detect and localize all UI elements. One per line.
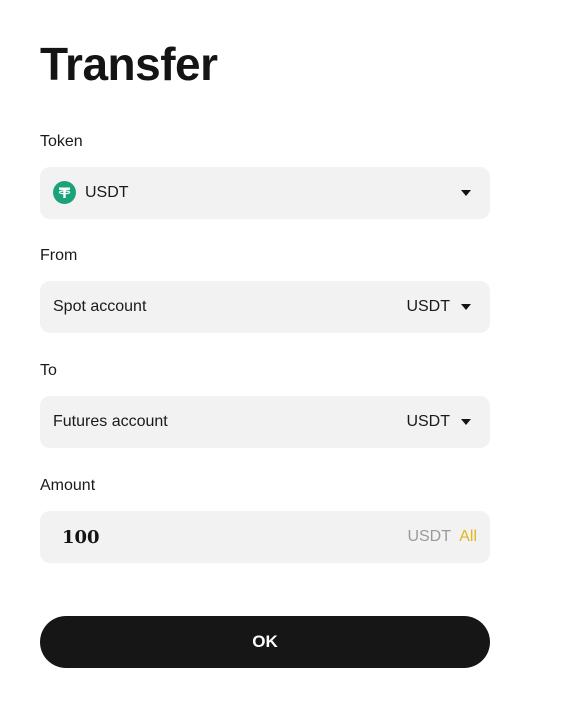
from-currency: USDT <box>406 298 450 315</box>
ok-button[interactable]: OK <box>40 616 490 668</box>
token-label: Token <box>40 133 83 150</box>
all-button[interactable]: All <box>459 511 477 563</box>
to-label: To <box>40 362 57 379</box>
from-account-value: Spot account <box>53 298 147 315</box>
amount-field: USDT All <box>40 511 490 563</box>
to-account-select[interactable]: Futures account USDT <box>40 396 490 448</box>
tether-icon <box>53 181 76 204</box>
amount-label: Amount <box>40 477 96 494</box>
page-title: Transfer <box>40 38 218 90</box>
from-label: From <box>40 247 78 264</box>
chevron-down-icon <box>461 190 471 196</box>
amount-unit: USDT <box>407 528 451 545</box>
from-account-select[interactable]: Spot account USDT <box>40 281 490 333</box>
to-account-value: Futures account <box>53 413 168 430</box>
amount-input[interactable] <box>62 511 362 563</box>
token-value: USDT <box>85 184 129 201</box>
chevron-down-icon <box>461 304 471 310</box>
to-currency: USDT <box>406 413 450 430</box>
chevron-down-icon <box>461 419 471 425</box>
token-select[interactable]: USDT <box>40 167 490 219</box>
